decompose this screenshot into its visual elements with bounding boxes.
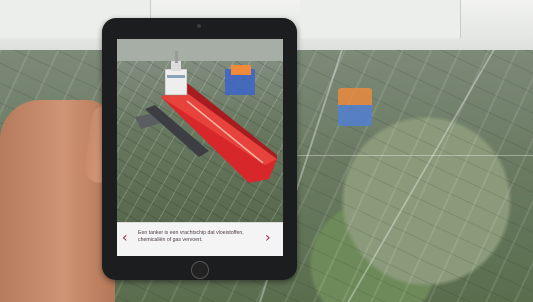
ar-camera-view[interactable] [117,39,283,222]
chevron-right-icon[interactable]: › [265,231,271,245]
tablet-home-button[interactable] [191,261,209,279]
info-caption-bar: ‹ Een tanker is een vrachtschip dat vloe… [117,222,283,256]
tablet-screen: ‹ Een tanker is een vrachtschip dat vloe… [117,39,283,256]
tanker-bridge-windows [167,75,185,78]
tablet-camera [197,24,201,28]
wall-panel [300,0,461,38]
chevron-left-icon[interactable]: ‹ [122,231,128,245]
info-caption-text: Een tanker is een vrachtschip dat vloeis… [138,230,244,243]
ar-building-marker-top [231,65,251,75]
tablet-device: ‹ Een tanker is een vrachtschip dat vloe… [102,18,297,280]
tanker-mast [175,51,178,63]
floor-ar-marker [338,88,372,126]
tanker-ship-model [117,39,283,183]
photo-scene: ‹ Een tanker is een vrachtschip dat vloe… [0,0,533,302]
horizon-area [117,39,283,61]
tanker-bridge [164,68,188,96]
